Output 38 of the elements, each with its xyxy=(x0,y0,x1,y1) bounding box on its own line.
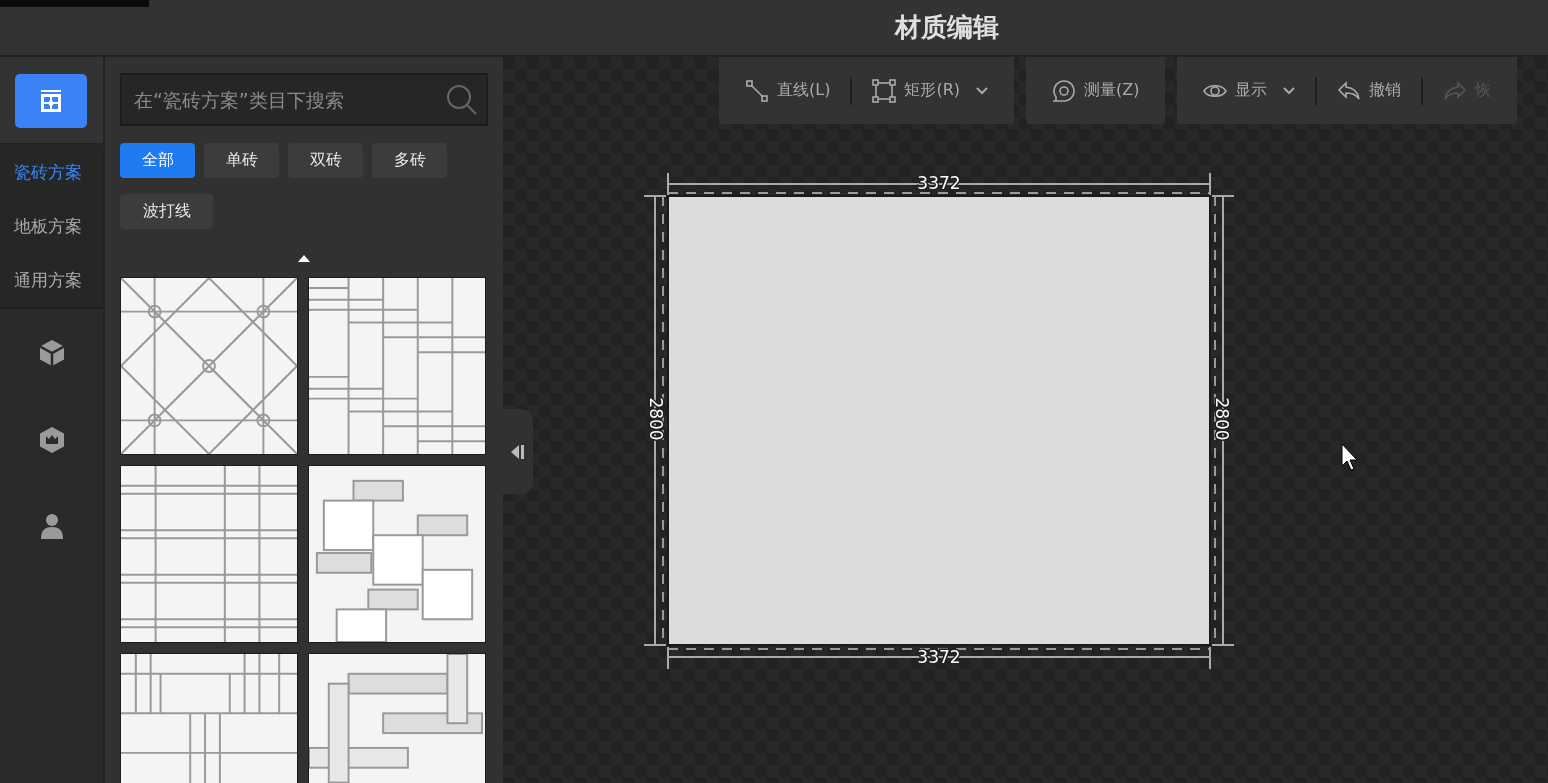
toolbar-button[interactable]: 显示 xyxy=(1191,70,1308,111)
tile-pattern-thumbnail[interactable] xyxy=(120,465,298,643)
mouse-cursor-icon xyxy=(1341,443,1358,471)
dimension-label: 2800 xyxy=(1212,397,1232,441)
toolbar-button[interactable]: 测量(Z) xyxy=(1040,70,1152,111)
filter-chip[interactable]: 多砖 xyxy=(372,143,447,178)
tile-panel-button[interactable] xyxy=(15,74,87,128)
hexagon-crown-icon[interactable] xyxy=(38,426,65,454)
person-icon[interactable] xyxy=(39,513,64,539)
caret-icon xyxy=(976,86,988,95)
window-title: 材质编辑 xyxy=(894,11,999,44)
tile-pattern-thumbnail[interactable] xyxy=(120,277,298,455)
tape-measure-icon xyxy=(1052,78,1076,103)
toolbar-button[interactable]: 撤销 xyxy=(1325,70,1414,111)
caret-icon xyxy=(1283,86,1296,95)
category-item[interactable]: 地板方案 xyxy=(0,199,103,253)
collapse-left-icon xyxy=(511,444,525,459)
category-item[interactable]: 瓷砖方案 xyxy=(0,145,103,199)
cube-icon[interactable] xyxy=(38,339,65,367)
search-field[interactable]: 在“瓷砖方案”类目下搜索 xyxy=(120,73,488,126)
filter-chip[interactable]: 单砖 xyxy=(204,143,279,178)
line-tool-icon xyxy=(745,78,769,103)
tile-pattern-thumbnail[interactable] xyxy=(120,653,298,783)
tile-grid-icon xyxy=(39,89,63,113)
filter-chip[interactable]: 全部 xyxy=(120,143,195,178)
toolbar-button[interactable]: 直线(L) xyxy=(733,70,843,111)
dimension-label: 2800 xyxy=(646,397,666,441)
tile-pattern-thumbnail[interactable] xyxy=(308,277,486,455)
tile-pattern-thumbnail[interactable] xyxy=(308,465,486,643)
search-icon[interactable] xyxy=(446,84,478,116)
tile-pattern-thumbnail[interactable] xyxy=(308,653,486,783)
toolbar-button[interactable]: 矩形(R) xyxy=(860,70,1000,111)
rectangle-tool-icon xyxy=(872,78,897,103)
scroll-up-icon[interactable] xyxy=(298,255,310,262)
category-item[interactable]: 通用方案 xyxy=(0,253,103,307)
filter-chip[interactable]: 波打线 xyxy=(120,194,213,229)
filter-chip[interactable]: 双砖 xyxy=(288,143,363,178)
collapse-panel-tab[interactable] xyxy=(503,409,533,494)
